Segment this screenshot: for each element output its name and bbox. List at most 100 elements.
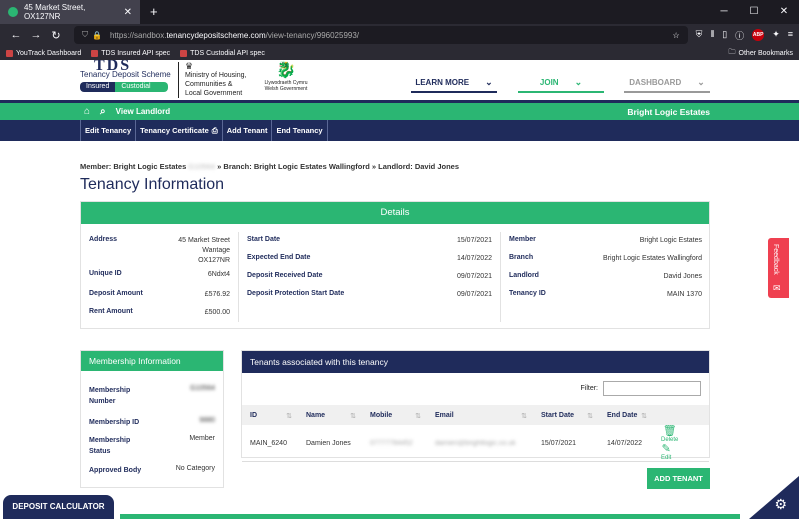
dragon-icon: 🐉 bbox=[276, 62, 296, 79]
printer-icon: ⎙ bbox=[211, 125, 218, 135]
delete-tenant-button[interactable]: 🗑 Delete bbox=[661, 425, 678, 443]
sort-icon: ⇅ bbox=[641, 412, 647, 420]
close-tab-icon[interactable]: ✕ bbox=[124, 7, 132, 18]
sort-icon: ⇅ bbox=[587, 412, 593, 420]
divider bbox=[500, 232, 501, 322]
library-icon[interactable]: ⫴ bbox=[710, 29, 714, 42]
sort-icon: ⇅ bbox=[286, 412, 292, 420]
back-icon[interactable]: ← bbox=[6, 29, 26, 41]
close-window-icon[interactable]: ✕ bbox=[769, 0, 799, 24]
add-tenant-button[interactable]: ADD TENANT bbox=[647, 468, 710, 489]
info-icon[interactable]: ⓘ bbox=[735, 29, 744, 42]
end-tenancy-button[interactable]: End Tenancy bbox=[272, 120, 328, 141]
breadcrumb-member-id: G10564 bbox=[188, 162, 216, 171]
col-actions bbox=[653, 405, 709, 425]
browser-tab[interactable]: 45 Market Street, OX127NR ✕ bbox=[0, 0, 140, 24]
col-end[interactable]: End Date ⇅ bbox=[599, 405, 653, 425]
star-icon[interactable]: ☆ bbox=[673, 31, 680, 40]
new-tab-button[interactable]: + bbox=[150, 0, 158, 24]
footer-stripe bbox=[120, 514, 740, 519]
sort-icon: ⇅ bbox=[350, 412, 356, 420]
site-header: TDS Tenancy Deposit Scheme Insured Custo… bbox=[0, 60, 799, 100]
tenants-table: ID ⇅ Name ⇅ Mobile ⇅ Email ⇅ Start Date ⇅ End… bbox=[242, 405, 709, 462]
filter-input[interactable] bbox=[603, 381, 701, 396]
trash-icon: 🗑 bbox=[662, 425, 677, 437]
tab-title: 45 Market Street, OX127NR bbox=[23, 3, 86, 21]
edit-tenant-button[interactable]: ✎ Edit bbox=[661, 443, 671, 461]
maximize-icon[interactable]: ☐ bbox=[739, 0, 769, 24]
nav-join[interactable]: JOIN ⌄ bbox=[518, 73, 604, 93]
menu-icon[interactable]: ≡ bbox=[788, 29, 793, 42]
divider bbox=[238, 232, 239, 322]
approved-body: No Category bbox=[175, 465, 215, 472]
chevron-down-icon: ⌄ bbox=[697, 76, 705, 87]
nav-learn-more[interactable]: LEARN MORE ⌄ bbox=[411, 73, 497, 93]
adblock-icon[interactable]: ABP bbox=[752, 28, 765, 41]
minimize-icon[interactable]: ─ bbox=[709, 0, 739, 24]
reload-icon[interactable]: ↻ bbox=[46, 29, 66, 42]
bookmark-icon bbox=[6, 49, 13, 57]
sort-icon: ⇅ bbox=[415, 412, 421, 420]
details-card: Details Address 45 Market Street Wantage O… bbox=[80, 201, 710, 329]
reader-icon[interactable]: ▯ bbox=[722, 29, 727, 42]
tds-logo-text: TDS bbox=[94, 60, 132, 70]
nav-dashboard[interactable]: DASHBOARD ⌄ bbox=[624, 73, 710, 93]
brand-name: Bright Logic Estates bbox=[627, 106, 710, 117]
gear-icon[interactable]: ⚙ bbox=[774, 496, 787, 513]
folder-icon: 🗀 bbox=[728, 48, 736, 56]
custodial-label: Custodial bbox=[115, 82, 168, 92]
url-host: tenancydepositscheme.com bbox=[166, 30, 266, 40]
address-value: 45 Market Street Wantage OX127NR bbox=[178, 237, 230, 264]
details-header: Details bbox=[81, 202, 709, 224]
tenancy-certificate-button[interactable]: Tenancy Certificate ⎙ bbox=[136, 120, 223, 141]
sort-icon: ⇅ bbox=[521, 412, 527, 420]
crest-icon: ♛ bbox=[185, 61, 194, 71]
col-email[interactable]: Email ⇅ bbox=[427, 405, 533, 425]
tenants-card: Tenants associated with this tenancy Fil… bbox=[241, 350, 710, 462]
tds-scheme-pill: Insured Custodial bbox=[80, 82, 168, 92]
pocket-icon[interactable]: ⛨ bbox=[696, 29, 703, 42]
membership-status: Member bbox=[189, 435, 215, 442]
col-start[interactable]: Start Date ⇅ bbox=[533, 405, 599, 425]
tds-logo[interactable]: TDS Tenancy Deposit Scheme Insured Custo… bbox=[80, 60, 172, 98]
bookmark-custodial-api[interactable]: TDS Custodial API spec bbox=[180, 49, 265, 57]
bookmark-youtrack[interactable]: YouTrack Dashboard bbox=[6, 49, 81, 57]
extension-icon[interactable]: ✦ bbox=[772, 29, 780, 42]
lock-icon: 🔒 bbox=[92, 30, 102, 40]
browser-navbar: ← → ↻ ⛉ 🔒 https://sandbox. tenancydeposit… bbox=[0, 24, 799, 46]
url-bar[interactable]: ⛉ 🔒 https://sandbox. tenancydepositscheme… bbox=[74, 26, 688, 44]
col-name[interactable]: Name ⇅ bbox=[298, 405, 362, 425]
other-bookmarks[interactable]: 🗀 Other Bookmarks bbox=[729, 48, 793, 59]
feedback-icon: ✉ bbox=[773, 283, 781, 293]
green-nav-bar: ⌂ ⌕ View Landlord Bright Logic Estates bbox=[0, 100, 799, 120]
col-id[interactable]: ID ⇅ bbox=[242, 405, 298, 425]
deposit-calculator-button[interactable]: DEPOSIT CALCULATOR bbox=[3, 495, 114, 519]
membership-id: 9880 bbox=[199, 417, 215, 424]
url-path: /view-tenancy/996025993/ bbox=[265, 30, 360, 40]
filter: Filter: bbox=[581, 381, 701, 396]
feedback-tab[interactable]: Feedback ✉ bbox=[768, 238, 789, 298]
welsh-gov-logo: 🐉 Llywodraeth Cymru Welsh Government bbox=[262, 62, 310, 92]
chevron-down-icon: ⌄ bbox=[485, 76, 493, 87]
home-icon[interactable]: ⌂ bbox=[84, 106, 90, 117]
tenants-header: Tenants associated with this tenancy bbox=[242, 351, 709, 373]
forward-icon[interactable]: → bbox=[26, 29, 46, 41]
add-tenant-nav-button[interactable]: Add Tenant bbox=[223, 120, 273, 141]
bookmark-icon bbox=[180, 49, 188, 57]
view-landlord-link[interactable]: View Landlord bbox=[116, 107, 171, 116]
table-row: MAIN_6240 Damien Jones 07777784452 damie… bbox=[242, 425, 709, 462]
action-bar: Edit Tenancy Tenancy Certificate ⎙ Add Te… bbox=[0, 120, 799, 141]
breadcrumb: Member: Bright Logic Estates G10564 » Br… bbox=[80, 162, 460, 171]
bookmark-icon bbox=[91, 49, 99, 57]
membership-card: Membership Information Membership Number … bbox=[80, 350, 224, 488]
membership-header: Membership Information bbox=[81, 351, 223, 371]
search-icon[interactable]: ⌕ bbox=[100, 106, 106, 117]
favicon-icon bbox=[8, 7, 18, 17]
chevron-down-icon: ⌄ bbox=[574, 76, 583, 87]
edit-tenancy-button[interactable]: Edit Tenancy bbox=[80, 120, 137, 141]
page-title: Tenancy Information bbox=[80, 176, 225, 193]
col-mobile[interactable]: Mobile ⇅ bbox=[362, 405, 427, 425]
bookmark-insured-api[interactable]: TDS Insured API spec bbox=[91, 49, 170, 57]
mhclg-logo: ♛ Ministry of Housing, Communities & Loc… bbox=[178, 62, 246, 98]
tds-logo-sub: Tenancy Deposit Scheme bbox=[80, 70, 171, 79]
